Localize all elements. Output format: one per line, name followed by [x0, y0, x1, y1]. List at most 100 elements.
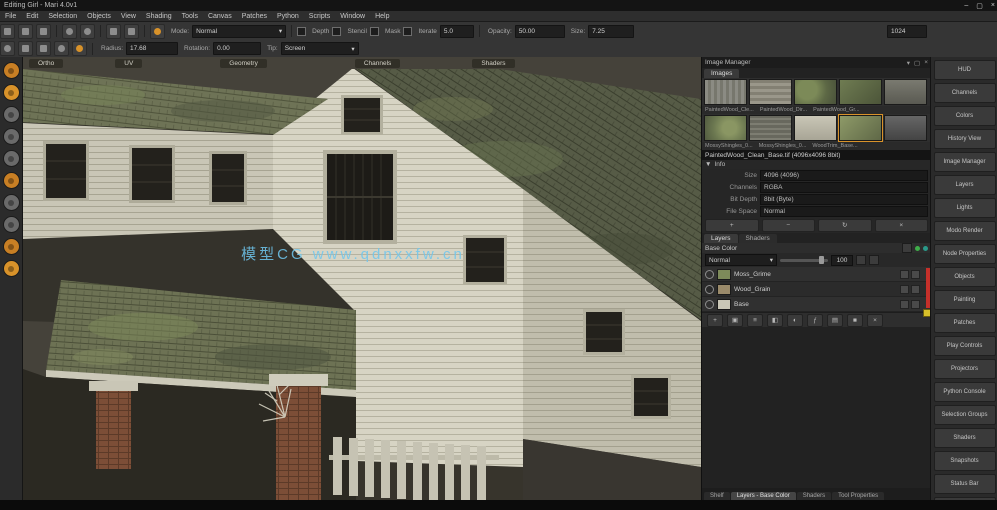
eyedropper-tool-icon[interactable]	[3, 260, 20, 277]
gradient-tool-icon[interactable]	[3, 216, 20, 233]
open-project-icon[interactable]	[18, 24, 33, 39]
rotation-field[interactable]	[213, 42, 261, 55]
palette-button[interactable]: Selection Groups	[934, 405, 996, 425]
texture-thumbnail[interactable]	[704, 79, 747, 105]
mask-checkbox[interactable]	[370, 27, 379, 36]
duplicate-layer-icon[interactable]: ▤	[827, 314, 843, 327]
lock-alpha-icon[interactable]	[869, 255, 879, 265]
menu-item[interactable]: Scripts	[304, 13, 335, 20]
tab-shaders[interactable]: Shaders	[797, 492, 831, 500]
palette-button[interactable]: Python Console	[934, 382, 996, 402]
menu-item[interactable]: Shading	[141, 13, 177, 20]
lock-layer-icon[interactable]	[856, 255, 866, 265]
palette-button[interactable]: Channels	[934, 83, 996, 103]
tab-layers-channel[interactable]: Layers - Base Color	[731, 492, 796, 500]
layer-mask-icon[interactable]	[900, 285, 909, 294]
viewport-tab[interactable]: Shaders	[472, 59, 514, 68]
texture-thumbnail[interactable]	[884, 115, 927, 141]
iterate-field[interactable]	[440, 25, 474, 38]
tab-images[interactable]: Images	[704, 69, 739, 78]
delete-image-button[interactable]: ×	[875, 219, 929, 232]
iterate-checkbox[interactable]	[403, 27, 412, 36]
menu-item[interactable]: Selection	[43, 13, 82, 20]
redo-icon[interactable]	[80, 24, 95, 39]
opacity-slider[interactable]	[780, 259, 828, 262]
info-expander[interactable]: ▼ Info	[702, 160, 931, 169]
menu-item[interactable]: Python	[272, 13, 304, 20]
blend-mode-dropdown[interactable]: Normal ▾	[705, 254, 777, 266]
menu-item[interactable]: Edit	[21, 13, 43, 20]
palette-button[interactable]: Play Controls	[934, 336, 996, 356]
palette-button[interactable]: Shaders	[934, 428, 996, 448]
dodge-tool-icon[interactable]	[3, 238, 20, 255]
add-layer-icon[interactable]: +	[707, 314, 723, 327]
tab-shaders[interactable]: Shaders	[739, 234, 777, 243]
menu-item[interactable]: File	[0, 13, 21, 20]
filter-layers-icon[interactable]	[902, 243, 912, 253]
palette-button[interactable]: Status Bar	[934, 474, 996, 494]
panel-float-icon[interactable]: ▢	[914, 59, 920, 67]
palette-button[interactable]: Node Properties	[934, 244, 996, 264]
viewport[interactable]: Ortho UV Geometry Channels Shaders	[23, 57, 701, 500]
layer-mask-icon[interactable]	[900, 270, 909, 279]
paste-icon[interactable]	[124, 24, 139, 39]
menu-item[interactable]: Help	[370, 13, 394, 20]
depth-checkbox[interactable]	[297, 27, 306, 36]
viewport-tab[interactable]: Ortho	[29, 59, 63, 68]
clone-tool-icon[interactable]	[36, 41, 51, 56]
radius-field[interactable]	[126, 42, 178, 55]
palette-button[interactable]: Patches	[934, 313, 996, 333]
layer-adjust-icon[interactable]	[911, 285, 920, 294]
panel-menu-icon[interactable]: ▾	[907, 59, 910, 67]
add-adjustment-icon[interactable]: ◐	[787, 314, 803, 327]
minimize-button[interactable]: –	[964, 2, 968, 9]
blur-tool-icon[interactable]	[54, 41, 69, 56]
texture-thumbnail[interactable]	[884, 79, 927, 105]
move-tool-icon[interactable]	[3, 62, 20, 79]
visibility-toggle-icon[interactable]	[705, 285, 714, 294]
palette-button[interactable]: Painting	[934, 290, 996, 310]
paint-tool-icon[interactable]	[3, 106, 20, 123]
blur-tool-icon[interactable]	[3, 150, 20, 167]
close-button[interactable]: ×	[991, 2, 995, 9]
texture-thumbnail[interactable]	[749, 79, 792, 105]
remove-image-button[interactable]: −	[762, 219, 816, 232]
palette-button[interactable]: History View	[934, 129, 996, 149]
add-procedural-icon[interactable]: ƒ	[807, 314, 823, 327]
copy-icon[interactable]	[106, 24, 121, 39]
clone-tool-icon[interactable]	[3, 172, 20, 189]
viewport-tab[interactable]: Geometry	[220, 59, 267, 68]
viewport-tab[interactable]: Channels	[355, 59, 400, 68]
layer-row[interactable]: Base	[702, 297, 931, 312]
menu-item[interactable]: View	[116, 13, 141, 20]
palette-button[interactable]: Image Manager	[934, 152, 996, 172]
add-group-icon[interactable]: ▣	[727, 314, 743, 327]
add-mask-icon[interactable]: ◧	[767, 314, 783, 327]
texture-thumbnail[interactable]	[839, 79, 882, 105]
visibility-toggle-icon[interactable]	[705, 300, 714, 309]
layer-adjust-icon[interactable]	[911, 270, 920, 279]
eraser-tool-icon[interactable]	[3, 128, 20, 145]
paint-buffer-icon[interactable]	[72, 41, 87, 56]
add-image-button[interactable]: +	[705, 219, 759, 232]
texture-thumbnail[interactable]	[749, 115, 792, 141]
palette-button[interactable]: Objects	[934, 267, 996, 287]
layer-row[interactable]: Moss_Grime	[702, 267, 931, 282]
maximize-button[interactable]: ▢	[976, 2, 983, 10]
select-tool-icon[interactable]	[3, 84, 20, 101]
menu-item[interactable]: Canvas	[203, 13, 237, 20]
palette-button[interactable]: Projectors	[934, 359, 996, 379]
panel-close-icon[interactable]: ×	[924, 59, 928, 67]
texture-thumbnail[interactable]	[794, 115, 837, 141]
palette-button[interactable]: Colors	[934, 106, 996, 126]
smear-tool-icon[interactable]	[3, 194, 20, 211]
palette-button[interactable]: Modo Render	[934, 221, 996, 241]
opacity-value[interactable]: 100	[831, 255, 853, 266]
texture-thumbnail[interactable]	[794, 79, 837, 105]
layer-mask-icon[interactable]	[900, 300, 909, 309]
stencil-checkbox[interactable]	[332, 27, 341, 36]
new-project-icon[interactable]	[0, 24, 15, 39]
undo-icon[interactable]	[62, 24, 77, 39]
palette-button[interactable]: Snapshots	[934, 451, 996, 471]
eraser-tool-icon[interactable]	[18, 41, 33, 56]
